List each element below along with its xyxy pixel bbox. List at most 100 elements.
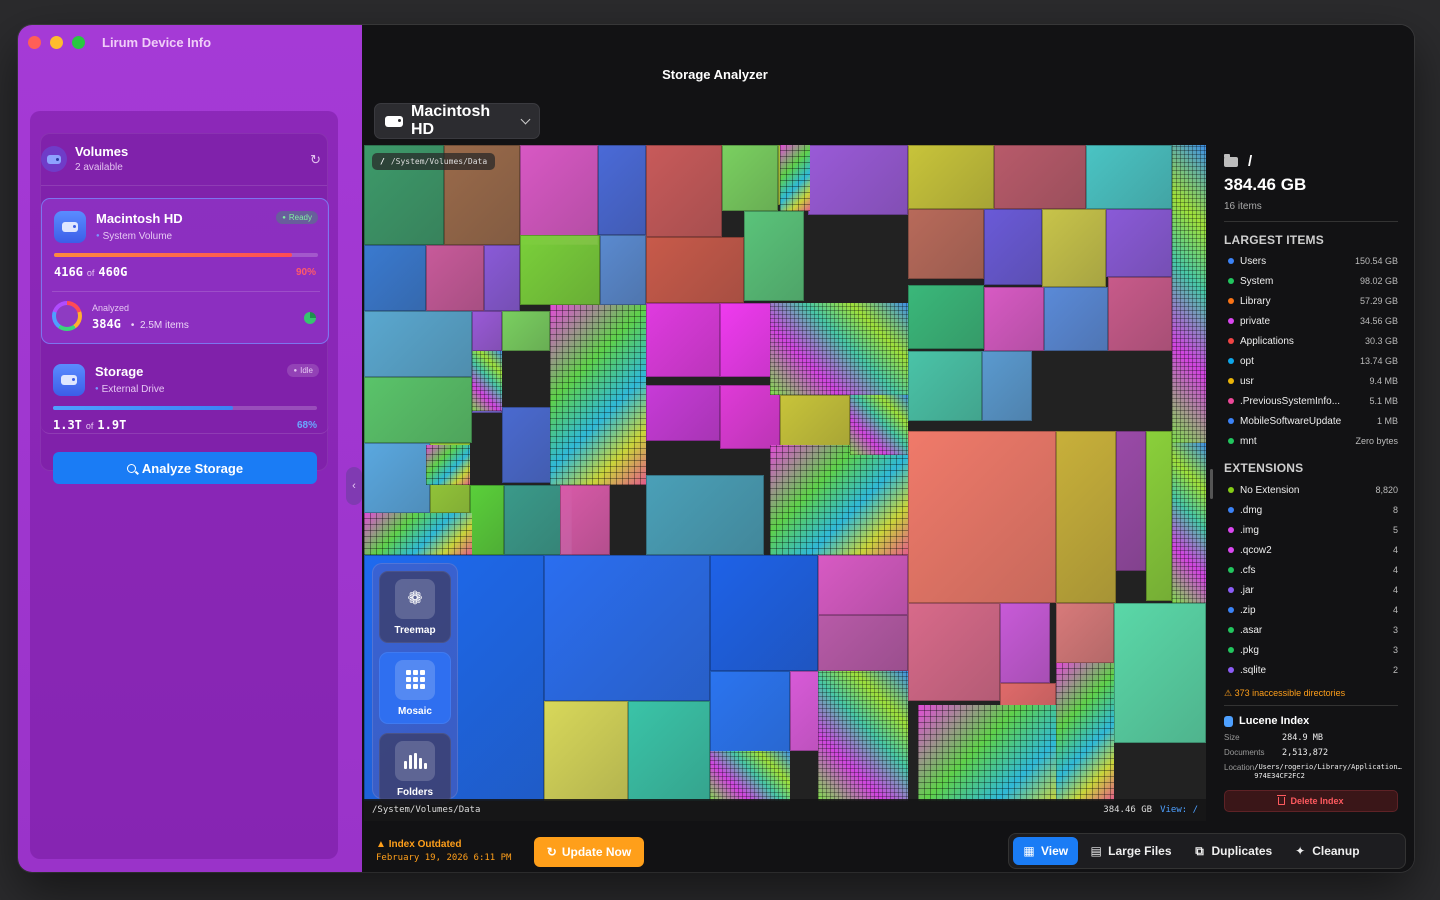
list-item[interactable]: .PreviousSystemInfo... 5.1 MB <box>1228 391 1398 411</box>
treemap-tile[interactable] <box>1086 145 1172 209</box>
treemap-tile-cluster[interactable] <box>1172 443 1206 603</box>
refresh-icon[interactable]: ↻ <box>310 152 321 168</box>
drive-card-storage[interactable]: Storage External Drive Idle 1.3Tof1.9T 6… <box>41 352 329 434</box>
treemap-tile[interactable] <box>982 351 1032 421</box>
duplicates-tab-button[interactable]: ⧉ Duplicates <box>1184 837 1283 865</box>
treemap-tile[interactable] <box>722 145 778 211</box>
treemap-tile-cluster[interactable] <box>1056 663 1114 801</box>
treemap-tile-cluster[interactable] <box>770 303 908 395</box>
treemap-tile[interactable] <box>426 245 484 311</box>
close-window-button[interactable] <box>28 36 41 49</box>
treemap-tile[interactable] <box>598 145 646 235</box>
volume-select[interactable]: Macintosh HD <box>374 103 540 139</box>
treemap-tile[interactable] <box>1146 431 1172 601</box>
list-item[interactable]: mnt Zero bytes <box>1228 431 1398 451</box>
treemap-tile[interactable] <box>908 431 1056 603</box>
treemap-tile[interactable] <box>544 555 710 701</box>
treemap-tile[interactable] <box>1116 431 1146 571</box>
inaccessible-warning[interactable]: ⚠ 373 inaccessible directories <box>1224 688 1345 699</box>
list-item[interactable]: .zip 4 <box>1228 600 1398 620</box>
list-item[interactable]: .cfs 4 <box>1228 560 1398 580</box>
treemap-tile[interactable] <box>560 485 610 555</box>
treemap-tile[interactable] <box>808 145 908 215</box>
minimize-window-button[interactable] <box>50 36 63 49</box>
drive-card-macintosh-hd[interactable]: Macintosh HD System Volume Ready 416Gof4… <box>41 198 329 344</box>
treemap-tile[interactable] <box>544 701 628 801</box>
footer-view[interactable]: View: / <box>1160 805 1198 815</box>
list-item[interactable]: private 34.56 GB <box>1228 311 1398 331</box>
list-item[interactable]: MobileSoftwareUpdate 1 MB <box>1228 411 1398 431</box>
treemap-tile[interactable] <box>646 385 720 441</box>
update-now-button[interactable]: ↻ Update Now <box>534 837 644 867</box>
treemap-tile[interactable] <box>364 245 426 311</box>
treemap-tile[interactable] <box>908 351 982 421</box>
treemap-tile[interactable] <box>744 211 804 301</box>
zoom-window-button[interactable] <box>72 36 85 49</box>
list-item[interactable]: Users 150.54 GB <box>1228 251 1398 271</box>
treemap-tile[interactable] <box>1056 431 1116 603</box>
treemap-canvas[interactable]: //System/Volumes/Data ❁ Treemap Mosaic F… <box>364 145 1206 821</box>
treemap-tile[interactable] <box>1108 277 1172 351</box>
treemap-tile[interactable] <box>908 285 984 349</box>
treemap-tile[interactable] <box>1056 603 1114 663</box>
list-item[interactable]: .dmg 8 <box>1228 500 1398 520</box>
treemap-tile[interactable] <box>994 145 1086 209</box>
treemap-tile[interactable] <box>1106 209 1172 277</box>
list-item[interactable]: .pkg 3 <box>1228 640 1398 660</box>
cleanup-tab-button[interactable]: ✦ Cleanup <box>1284 837 1369 865</box>
treemap-tile[interactable] <box>520 235 600 305</box>
treemap-tile[interactable] <box>364 311 472 377</box>
treemap-tile-cluster[interactable] <box>426 445 470 485</box>
treemap-tile[interactable] <box>484 245 520 311</box>
treemap-tile[interactable] <box>1114 603 1206 743</box>
treemap-tile[interactable] <box>600 235 646 305</box>
treemap-tile[interactable] <box>472 311 502 351</box>
treemap-tile[interactable] <box>710 555 818 671</box>
treemap-tile[interactable] <box>780 395 850 451</box>
treemap-tile[interactable] <box>908 603 1000 701</box>
treemap-tile[interactable] <box>646 303 720 377</box>
list-item[interactable]: Applications 30.3 GB <box>1228 331 1398 351</box>
treemap-tile[interactable] <box>1044 287 1108 351</box>
treemap-tile-cluster[interactable] <box>850 395 908 455</box>
treemap-tile[interactable] <box>364 443 430 513</box>
treemap-tile[interactable] <box>520 145 598 245</box>
delete-index-button[interactable]: Delete Index <box>1224 790 1398 812</box>
mode-mosaic-button[interactable]: Mosaic <box>379 652 451 724</box>
list-item[interactable]: opt 13.74 GB <box>1228 351 1398 371</box>
treemap-tile-cluster[interactable] <box>770 445 908 555</box>
treemap-tile[interactable] <box>470 485 504 555</box>
panel-resize-handle[interactable] <box>1210 469 1213 499</box>
list-item[interactable]: .jar 4 <box>1228 580 1398 600</box>
sidebar-collapse-handle[interactable]: ‹ <box>346 467 362 505</box>
treemap-tile[interactable] <box>1042 209 1106 287</box>
list-item[interactable]: Library 57.29 GB <box>1228 291 1398 311</box>
treemap-tile-cluster[interactable] <box>550 305 646 485</box>
list-item[interactable]: .asar 3 <box>1228 620 1398 640</box>
pie-chart-icon[interactable] <box>304 312 316 324</box>
treemap-tile-cluster[interactable] <box>780 145 810 211</box>
treemap-tile-cluster[interactable] <box>472 351 502 411</box>
treemap-tile[interactable] <box>364 377 472 443</box>
treemap-tile-cluster[interactable] <box>1172 145 1206 443</box>
treemap-tile[interactable] <box>818 615 908 671</box>
list-item[interactable]: .sqlite 2 <box>1228 660 1398 680</box>
treemap-tile[interactable] <box>646 145 722 237</box>
large-files-tab-button[interactable]: ▤ Large Files <box>1080 837 1181 865</box>
list-item[interactable]: No Extension 8,820 <box>1228 480 1398 500</box>
treemap-tile[interactable] <box>984 287 1044 351</box>
treemap-path-chip[interactable]: //System/Volumes/Data <box>372 153 496 170</box>
list-item[interactable]: .qcow2 4 <box>1228 540 1398 560</box>
treemap-tile[interactable] <box>818 555 908 615</box>
treemap-tile[interactable] <box>1000 603 1050 683</box>
treemap-tile[interactable] <box>908 209 984 279</box>
analyze-storage-button[interactable]: Analyze Storage <box>53 452 317 484</box>
list-item[interactable]: System 98.02 GB <box>1228 271 1398 291</box>
treemap-tile[interactable] <box>628 701 710 801</box>
treemap-tile[interactable] <box>908 145 994 209</box>
treemap-tile-cluster[interactable] <box>364 513 472 555</box>
treemap-tile-cluster[interactable] <box>710 751 790 801</box>
mode-treemap-button[interactable]: ❁ Treemap <box>379 571 451 643</box>
treemap-tile[interactable] <box>646 237 744 303</box>
treemap-tile[interactable] <box>502 311 550 351</box>
